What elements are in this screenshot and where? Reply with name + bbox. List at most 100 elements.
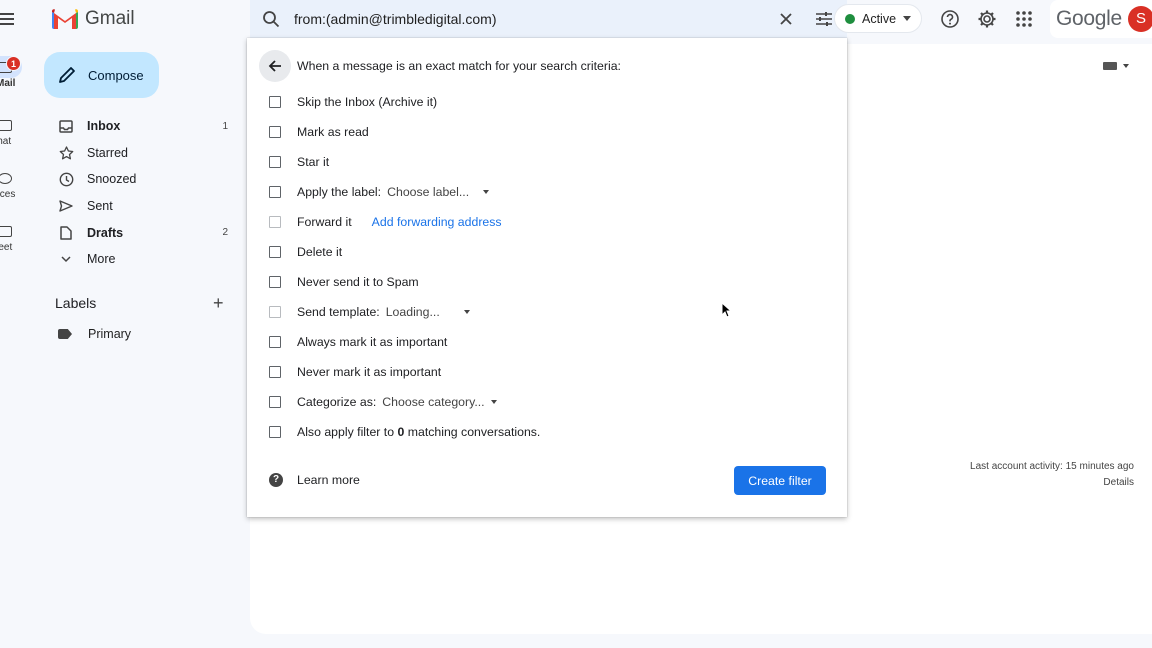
skip-inbox-checkbox[interactable] (269, 96, 281, 108)
chevron-down-icon (58, 251, 74, 267)
status-label: Active (862, 11, 897, 26)
option-label: Apply the label: (297, 185, 382, 199)
forward-checkbox[interactable] (269, 216, 281, 228)
create-filter-button[interactable]: Create filter (734, 466, 826, 495)
avatar[interactable]: S (1128, 6, 1152, 32)
sidebar-item-snoozed[interactable]: Snoozed (44, 166, 244, 193)
sidebar-item-starred[interactable]: Starred (44, 140, 244, 167)
clock-icon (58, 171, 74, 187)
caret-down-icon (463, 310, 470, 314)
rail-mail-label: Mail (0, 78, 16, 89)
google-logo[interactable]: Google (1056, 7, 1122, 31)
option-never-spam[interactable]: Never send it to Spam (269, 274, 419, 290)
sidebar-item-more[interactable]: More (44, 246, 244, 273)
keyboard-caret-icon[interactable] (1123, 64, 1129, 68)
account-activity-details-link[interactable]: Details (970, 475, 1134, 491)
mark-read-checkbox[interactable] (269, 126, 281, 138)
caret-down-icon (490, 400, 497, 404)
learn-more-link[interactable]: ? Learn more (269, 473, 360, 487)
option-forward[interactable]: Forward it Add forwarding address (269, 214, 502, 230)
also-apply-checkbox[interactable] (269, 426, 281, 438)
option-label-pre: Also apply filter to (297, 425, 398, 439)
option-label: Star it (297, 155, 330, 169)
caret-down-icon (483, 190, 490, 194)
sidebar-item-drafts[interactable]: Drafts 2 (44, 219, 244, 246)
dialog-title: When a message is an exact match for you… (297, 59, 621, 73)
option-star[interactable]: Star it (269, 154, 329, 170)
category-select[interactable]: Choose category... (382, 395, 497, 409)
app-name: Gmail (85, 8, 135, 29)
option-label: Never mark it as important (297, 365, 442, 379)
matching-count: 0 (397, 425, 405, 439)
sidebar-item-label: Snoozed (87, 172, 137, 187)
add-forwarding-address-link[interactable]: Add forwarding address (372, 215, 502, 229)
status-dropdown[interactable]: Active (834, 4, 922, 33)
never-important-checkbox[interactable] (269, 366, 281, 378)
caret-down-icon (903, 16, 912, 21)
learn-more-label: Learn more (297, 473, 360, 487)
back-button[interactable] (259, 50, 291, 82)
categorize-checkbox[interactable] (269, 396, 281, 408)
option-skip-inbox[interactable]: Skip the Inbox (Archive it) (269, 94, 437, 110)
apply-label-checkbox[interactable] (269, 186, 281, 198)
gmail-logo[interactable]: Gmail (52, 8, 135, 30)
close-icon[interactable] (779, 12, 793, 26)
option-categorize[interactable]: Categorize as: Choose category... (269, 394, 497, 410)
gear-icon[interactable] (977, 9, 997, 29)
gmail-m-icon (52, 9, 78, 29)
option-always-important[interactable]: Always mark it as important (269, 334, 447, 350)
delete-checkbox[interactable] (269, 246, 281, 258)
app-rail: 1 Mail Chat Spaces Meet (0, 0, 36, 648)
account-activity-text: Last account activity: 15 minutes ago (970, 461, 1134, 472)
mouse-cursor-icon (721, 302, 731, 318)
option-label: Send template: (297, 305, 380, 319)
sidebar-item-label: More (87, 252, 116, 267)
send-template-checkbox[interactable] (269, 306, 281, 318)
sidebar-item-label: Drafts (87, 225, 124, 240)
option-delete[interactable]: Delete it (269, 244, 342, 260)
keyboard-icon[interactable] (1103, 62, 1117, 70)
add-label-button[interactable]: + (213, 293, 224, 314)
account-activity: Last account activity: 15 minutes ago De… (970, 459, 1134, 491)
option-label: Forward it (297, 215, 352, 229)
sidebar-item-sent[interactable]: Sent (44, 193, 244, 220)
always-important-checkbox[interactable] (269, 336, 281, 348)
template-select[interactable]: Loading... (386, 305, 470, 319)
label-select-value: Choose label... (387, 185, 470, 199)
option-never-important[interactable]: Never mark it as important (269, 364, 441, 380)
sidebar-nav: Inbox 1 Starred Snoozed Sent Drafts 2 Mo… (44, 113, 244, 273)
option-apply-label[interactable]: Apply the label: Choose label... (269, 184, 490, 200)
search-icon[interactable] (262, 10, 280, 28)
option-mark-read[interactable]: Mark as read (269, 124, 369, 140)
label-select[interactable]: Choose label... (387, 185, 490, 199)
compose-label: Compose (88, 67, 144, 83)
inbox-icon (58, 118, 74, 134)
template-select-value: Loading... (385, 305, 440, 319)
sidebar-item-label: Sent (87, 199, 113, 214)
apps-grid-icon[interactable] (1014, 9, 1034, 29)
never-spam-checkbox[interactable] (269, 276, 281, 288)
sidebar-item-inbox[interactable]: Inbox 1 (44, 113, 244, 140)
option-label: Categorize as: (297, 395, 377, 409)
option-label: Mark as read (297, 125, 369, 139)
status-dot-icon (845, 13, 855, 24)
label-item-primary[interactable]: Primary (58, 327, 131, 341)
star-checkbox[interactable] (269, 156, 281, 168)
create-filter-dialog: When a message is an exact match for you… (247, 38, 847, 517)
main-menu-icon[interactable] (0, 10, 16, 28)
rail-spaces-label: Spaces (0, 189, 16, 200)
chat-icon (0, 120, 12, 131)
tune-icon[interactable] (815, 11, 833, 27)
search-input[interactable]: from:(admin@trimbledigital.com) (294, 11, 779, 27)
compose-button[interactable]: Compose (44, 52, 159, 98)
help-icon[interactable] (940, 9, 960, 29)
label-item-label: Primary (88, 327, 132, 341)
option-label-post: matching conversations. (404, 425, 541, 439)
option-label: Skip the Inbox (Archive it) (297, 95, 438, 109)
label-icon (58, 329, 72, 339)
option-label: Never send it to Spam (297, 275, 419, 289)
option-send-template[interactable]: Send template: Loading... (269, 304, 470, 320)
option-also-apply[interactable]: Also apply filter to 0 matching conversa… (269, 424, 540, 440)
rail-chat-label: Chat (0, 136, 12, 147)
search-bar[interactable]: from:(admin@trimbledigital.com) (250, 0, 847, 38)
